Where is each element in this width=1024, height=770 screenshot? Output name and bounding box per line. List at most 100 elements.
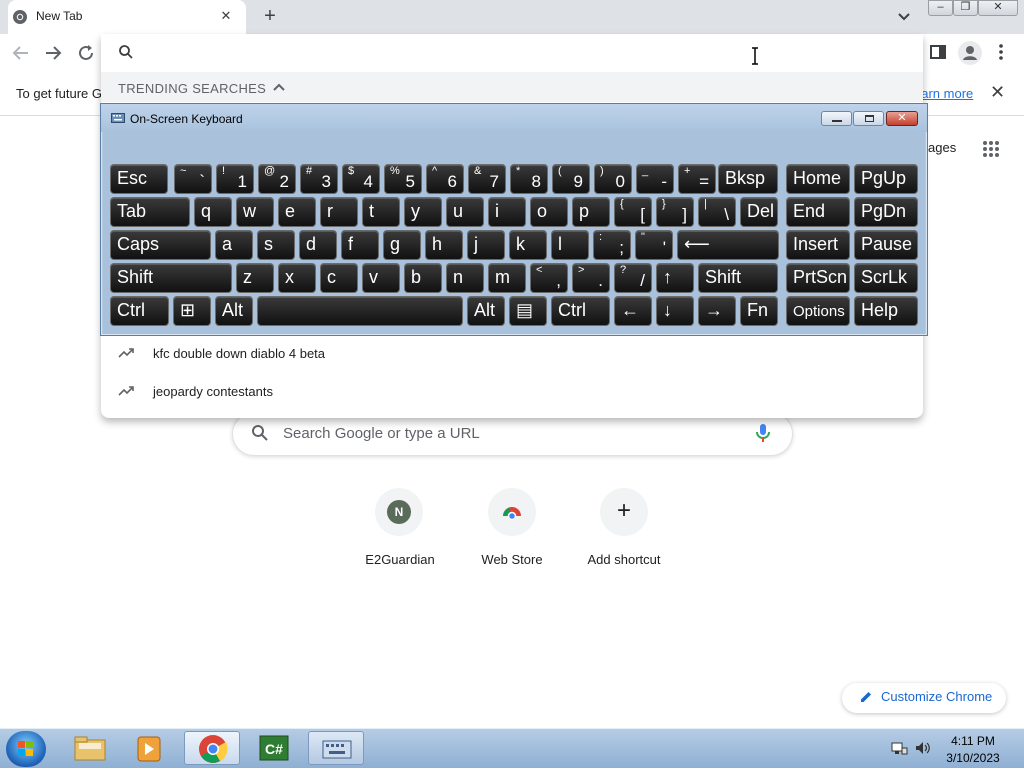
- key--button[interactable]: ↑: [656, 263, 694, 293]
- key-pgup-button[interactable]: PgUp: [854, 164, 918, 194]
- suggestion-item[interactable]: jeopardy contestants: [153, 384, 273, 399]
- key-ctrl-button[interactable]: Ctrl: [551, 296, 610, 326]
- key-x-button[interactable]: x: [278, 263, 316, 293]
- tab-close-icon[interactable]: ✕: [218, 8, 234, 24]
- key-fn-button[interactable]: Fn: [740, 296, 778, 326]
- key-y-button[interactable]: y: [404, 197, 442, 227]
- key-e-button[interactable]: e: [278, 197, 316, 227]
- key-shift-button[interactable]: Shift: [110, 263, 232, 293]
- key-3-button[interactable]: #3: [300, 164, 338, 194]
- key--button[interactable]: :;: [593, 230, 631, 260]
- side-panel-icon[interactable]: [928, 42, 948, 62]
- key-ctrl-button[interactable]: Ctrl: [110, 296, 169, 326]
- key--button[interactable]: ~ `: [174, 164, 212, 194]
- key-f-button[interactable]: f: [341, 230, 379, 260]
- close-icon[interactable]: ✕: [990, 83, 1008, 101]
- key-6-button[interactable]: ^ 6: [426, 164, 464, 194]
- key-alt-button[interactable]: Alt: [467, 296, 505, 326]
- key-t-button[interactable]: t: [362, 197, 400, 227]
- shortcut-label[interactable]: E2Guardian: [344, 552, 456, 567]
- start-button[interactable]: [6, 731, 46, 767]
- taskbar-on-screen-keyboard[interactable]: [308, 731, 364, 765]
- key-8-button[interactable]: * 8: [510, 164, 548, 194]
- key-o-button[interactable]: o: [530, 197, 568, 227]
- kebab-menu-icon[interactable]: [993, 42, 1009, 62]
- key-bksp-button[interactable]: Bksp: [718, 164, 778, 194]
- clock-time[interactable]: 4:11 PM: [940, 734, 1006, 748]
- suggestion-item[interactable]: kfc double down diablo 4 beta: [153, 346, 325, 361]
- key-prtscn-button[interactable]: PrtScn: [786, 263, 850, 293]
- taskbar-media-player[interactable]: [122, 731, 178, 765]
- shortcut-label[interactable]: Web Store: [456, 552, 568, 567]
- customize-chrome-label[interactable]: Customize Chrome: [881, 689, 992, 704]
- osk-minimize-button[interactable]: [821, 111, 852, 126]
- taskbar-csharp[interactable]: C#: [246, 731, 302, 765]
- shortcut-label[interactable]: Add shortcut: [568, 552, 680, 567]
- key-u-button[interactable]: u: [446, 197, 484, 227]
- key--button[interactable]: <,: [530, 263, 568, 293]
- shortcut-web-store[interactable]: [488, 488, 536, 536]
- minimize-button[interactable]: –: [928, 0, 953, 16]
- key-shift-button[interactable]: Shift: [698, 263, 778, 293]
- key-z-button[interactable]: z: [236, 263, 274, 293]
- key-w-button[interactable]: w: [236, 197, 274, 227]
- key--button[interactable]: ↓: [656, 296, 694, 326]
- key-5-button[interactable]: % 5: [384, 164, 422, 194]
- forward-arrow-icon[interactable]: [42, 42, 64, 64]
- profile-avatar[interactable]: [958, 41, 982, 65]
- chevron-down-icon[interactable]: [893, 7, 915, 27]
- key-i-button[interactable]: i: [488, 197, 526, 227]
- key-options-button[interactable]: Options: [786, 296, 850, 326]
- key-caps-button[interactable]: Caps: [110, 230, 211, 260]
- key--button[interactable]: →: [698, 296, 736, 326]
- key-alt-button[interactable]: Alt: [215, 296, 253, 326]
- key-p-button[interactable]: p: [572, 197, 610, 227]
- key-g-button[interactable]: g: [383, 230, 421, 260]
- taskbar-explorer[interactable]: [62, 731, 118, 765]
- add-shortcut-button[interactable]: +: [600, 488, 648, 536]
- volume-icon[interactable]: [914, 740, 932, 756]
- key--button[interactable]: }]: [656, 197, 694, 227]
- restore-button[interactable]: ❐: [953, 0, 978, 16]
- key--button[interactable]: ←: [614, 296, 652, 326]
- osk-close-button[interactable]: ✕: [886, 111, 918, 126]
- key--button[interactable]: >.: [572, 263, 610, 293]
- key-v-button[interactable]: v: [362, 263, 400, 293]
- key--button[interactable]: ? /: [614, 263, 652, 293]
- network-icon[interactable]: [890, 740, 908, 756]
- key-del-button[interactable]: Del: [740, 197, 778, 227]
- key-2-button[interactable]: @2: [258, 164, 296, 194]
- key-insert-button[interactable]: Insert: [786, 230, 850, 260]
- omnibox-input[interactable]: [144, 43, 744, 63]
- key-n-button[interactable]: n: [446, 263, 484, 293]
- key-b-button[interactable]: b: [404, 263, 442, 293]
- reload-icon[interactable]: [75, 42, 97, 64]
- key-l-button[interactable]: l: [551, 230, 589, 260]
- key-q-button[interactable]: q: [194, 197, 232, 227]
- key-end-button[interactable]: End: [786, 197, 850, 227]
- key--button[interactable]: " ': [635, 230, 673, 260]
- key-c-button[interactable]: c: [320, 263, 358, 293]
- key--button[interactable]: ⊞: [173, 296, 211, 326]
- key-4-button[interactable]: $4: [342, 164, 380, 194]
- osk-restore-button[interactable]: [853, 111, 884, 126]
- apps-grid-icon[interactable]: [982, 140, 1000, 158]
- key--button[interactable]: _ -: [636, 164, 674, 194]
- new-tab-button[interactable]: +: [258, 5, 282, 29]
- key-0-button[interactable]: ) 0: [594, 164, 632, 194]
- key-s-button[interactable]: s: [257, 230, 295, 260]
- key-m-button[interactable]: m: [488, 263, 526, 293]
- key--button[interactable]: {[: [614, 197, 652, 227]
- key-1-button[interactable]: ! 1: [216, 164, 254, 194]
- key-h-button[interactable]: h: [425, 230, 463, 260]
- key--button[interactable]: ⟵: [677, 230, 779, 260]
- key--button[interactable]: ▤: [509, 296, 547, 326]
- key-scrlk-button[interactable]: ScrLk: [854, 263, 918, 293]
- microphone-icon[interactable]: [754, 422, 772, 444]
- back-arrow-icon[interactable]: [10, 42, 32, 64]
- shortcut-e2guardian[interactable]: N: [375, 488, 423, 536]
- key-r-button[interactable]: r: [320, 197, 358, 227]
- taskbar-chrome[interactable]: [184, 731, 240, 765]
- key-pgdn-button[interactable]: PgDn: [854, 197, 918, 227]
- clock-date[interactable]: 3/10/2023: [940, 751, 1006, 765]
